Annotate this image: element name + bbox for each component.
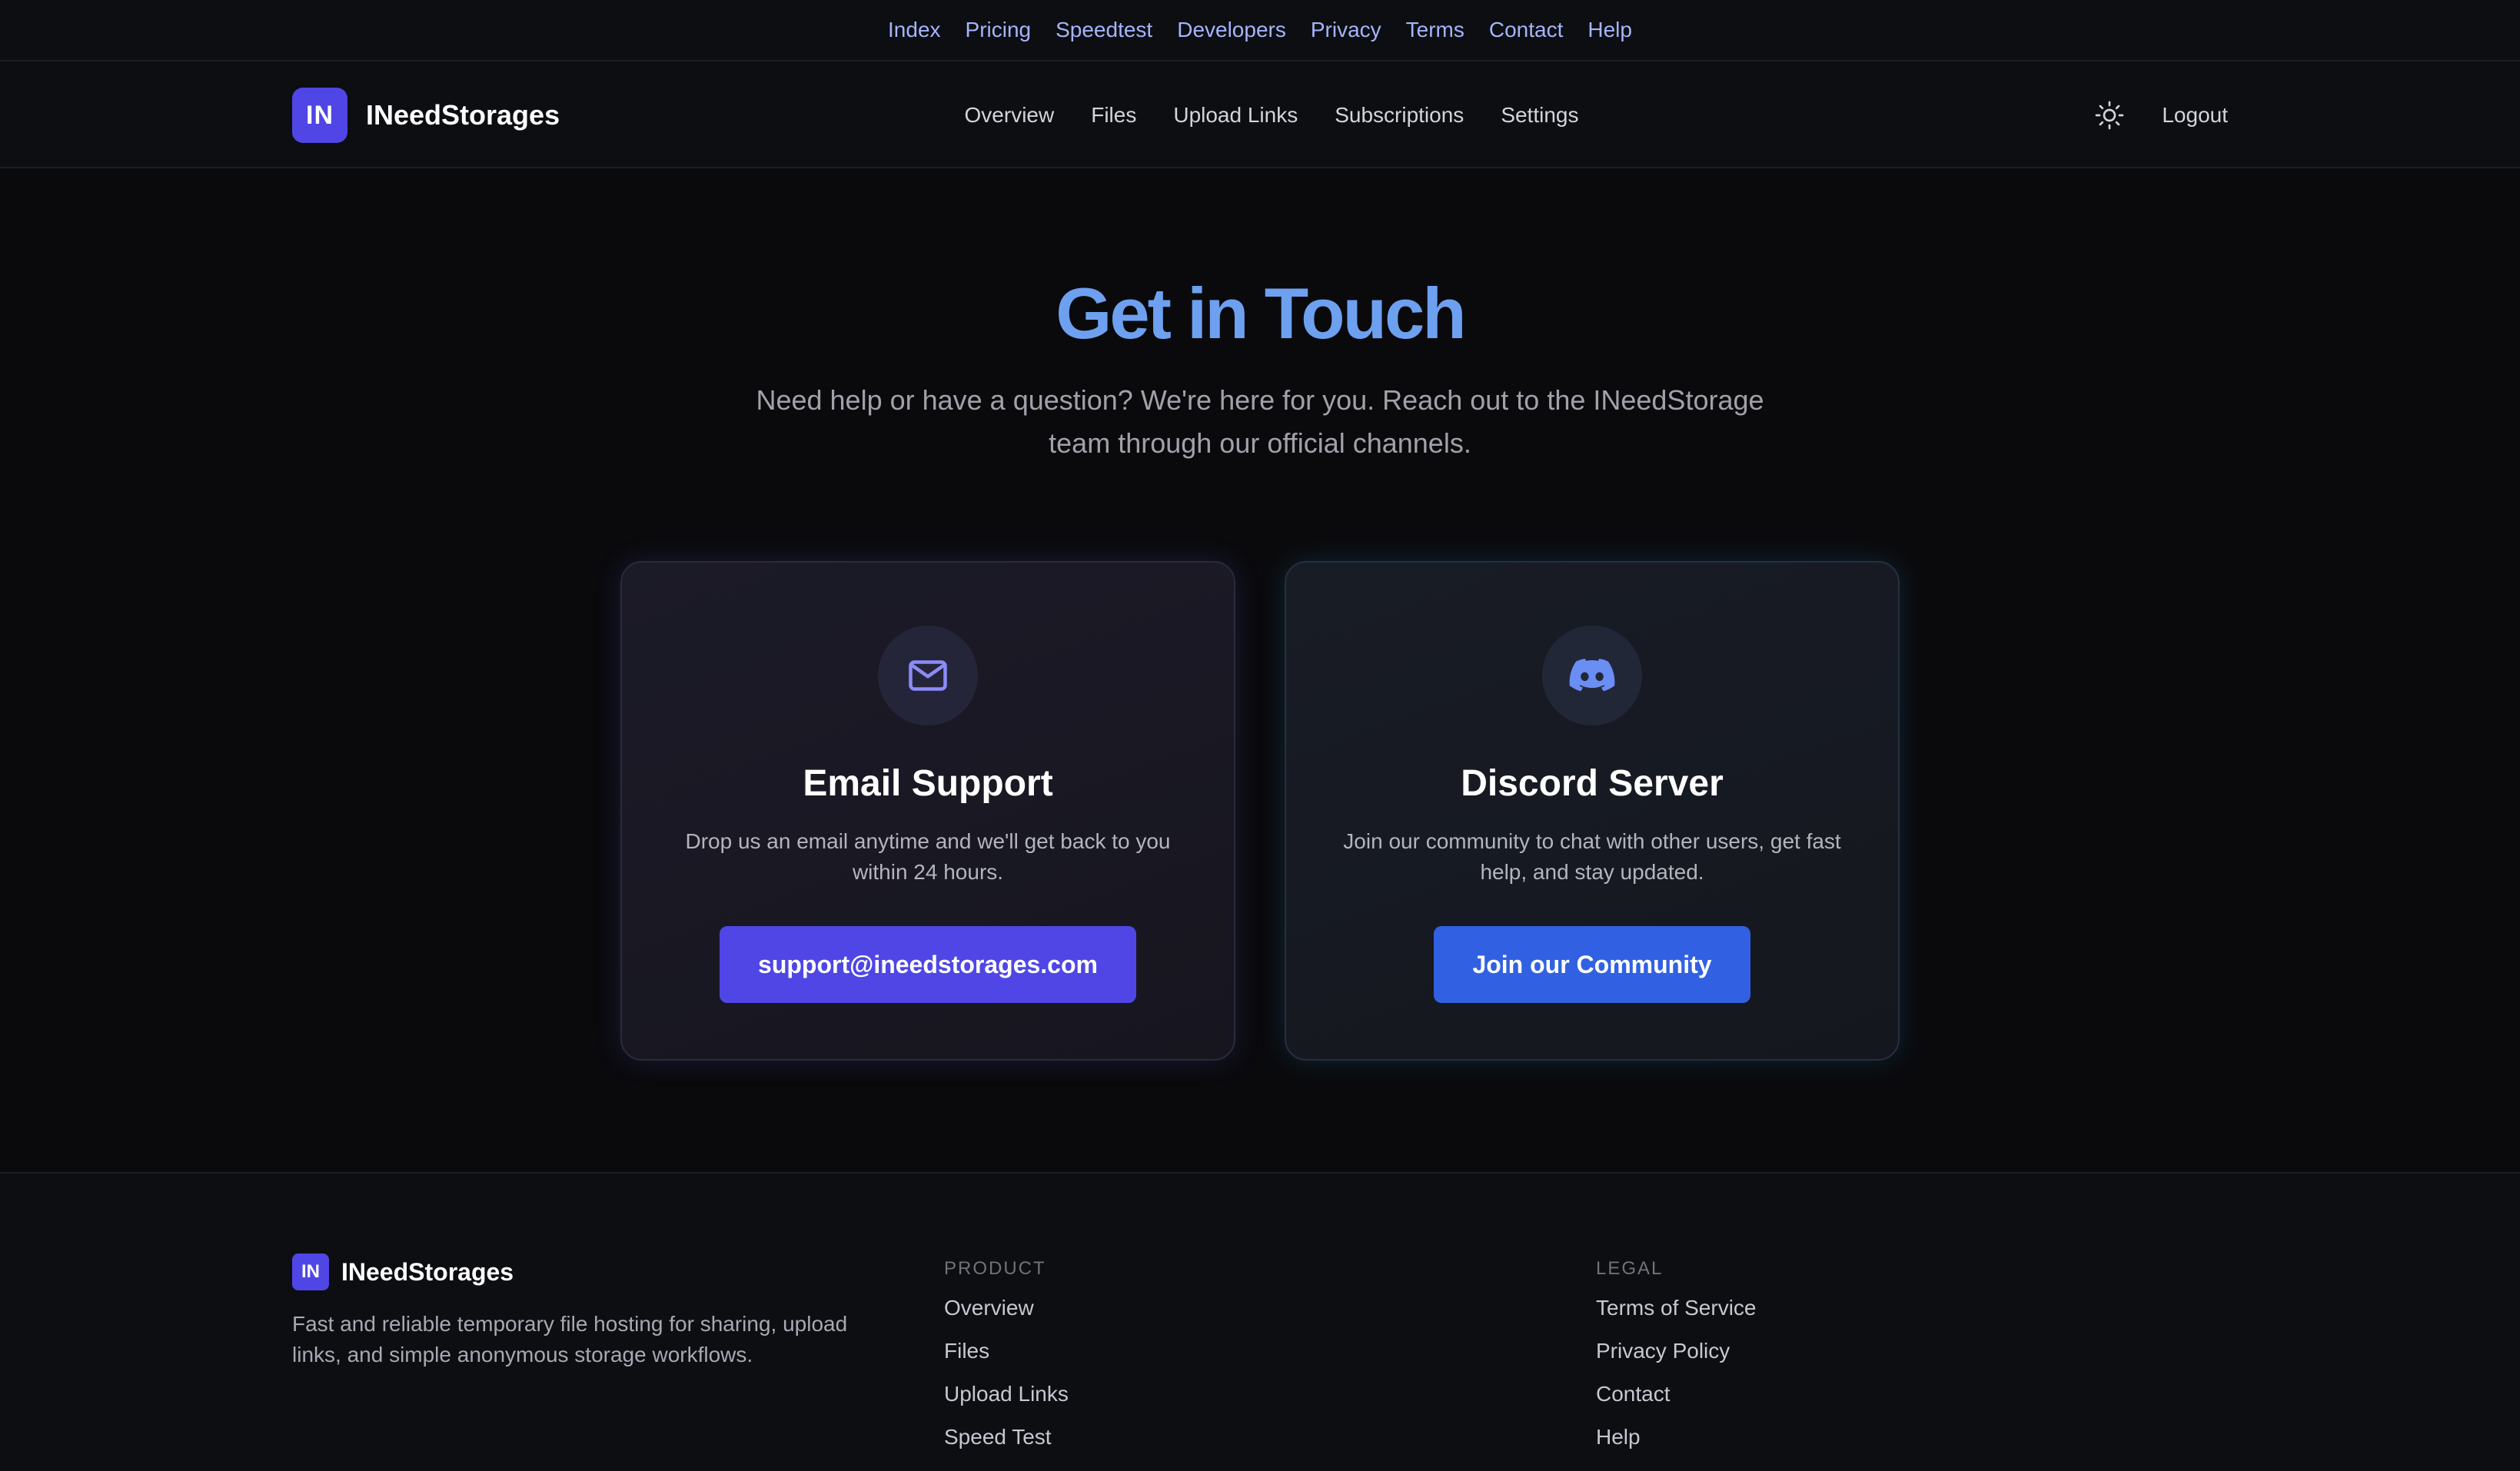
footer-brand: IN INeedStorages Fast and reliable tempo… xyxy=(292,1254,884,1370)
theme-toggle-button[interactable] xyxy=(2093,98,2126,132)
footer-link-privacy-policy[interactable]: Privacy Policy xyxy=(1596,1338,1757,1364)
footer-link-help[interactable]: Help xyxy=(1596,1424,1757,1450)
email-icon-badge xyxy=(878,626,978,726)
discord-server-card: Discord Server Join our community to cha… xyxy=(1285,561,1900,1061)
top-link-privacy[interactable]: Privacy xyxy=(1311,0,1381,61)
site-footer: IN INeedStorages Fast and reliable tempo… xyxy=(0,1172,2520,1471)
discord-icon-badge xyxy=(1542,626,1642,726)
footer-link-contact[interactable]: Contact xyxy=(1596,1381,1757,1407)
email-support-card: Email Support Drop us an email anytime a… xyxy=(620,561,1235,1061)
discord-card-description: Join our community to chat with other us… xyxy=(1343,829,1841,884)
nav-item-upload-links[interactable]: Upload Links xyxy=(1173,103,1298,128)
logout-button[interactable]: Logout xyxy=(2162,103,2228,128)
top-link-developers[interactable]: Developers xyxy=(1177,0,1286,61)
footer-link-overview[interactable]: Overview xyxy=(944,1295,1069,1321)
footer-brand-name: INeedStorages xyxy=(341,1257,514,1286)
nav-item-subscriptions[interactable]: Subscriptions xyxy=(1335,103,1464,128)
footer-link-terms-of-service[interactable]: Terms of Service xyxy=(1596,1295,1757,1321)
page-subtitle: Need help or have a question? We're here… xyxy=(756,384,1764,459)
footer-legal-heading: LEGAL xyxy=(1596,1258,1664,1279)
discord-icon xyxy=(1569,659,1615,692)
footer-brand-row: IN INeedStorages xyxy=(292,1254,884,1290)
discord-card-title: Discord Server xyxy=(1461,763,1724,804)
mail-icon xyxy=(909,660,947,691)
sun-icon xyxy=(2096,101,2124,129)
top-link-terms[interactable]: Terms xyxy=(1406,0,1464,61)
footer-legal-column: LEGAL Terms of Service Privacy Policy Co… xyxy=(1596,1258,1757,1450)
footer-product-column: PRODUCT Overview Files Upload Links Spee… xyxy=(944,1258,1069,1450)
footer-link-upload-links[interactable]: Upload Links xyxy=(944,1381,1069,1407)
main-navigation: IN INeedStorages Overview Files Upload L… xyxy=(0,61,2520,168)
nav-item-overview[interactable]: Overview xyxy=(965,103,1055,128)
top-link-speedtest[interactable]: Speedtest xyxy=(1056,0,1152,61)
footer-link-speed-test[interactable]: Speed Test xyxy=(944,1424,1069,1450)
top-link-help[interactable]: Help xyxy=(1587,0,1632,61)
hero-section: Get in Touch Need help or have a questio… xyxy=(0,168,2520,465)
nav-item-settings[interactable]: Settings xyxy=(1501,103,1578,128)
join-community-button[interactable]: Join our Community xyxy=(1434,926,1750,1003)
top-link-contact[interactable]: Contact xyxy=(1489,0,1564,61)
footer-logo: IN xyxy=(292,1254,329,1290)
contact-cards: Email Support Drop us an email anytime a… xyxy=(0,561,2520,1061)
top-link-index[interactable]: Index xyxy=(888,0,941,61)
top-link-pricing[interactable]: Pricing xyxy=(966,0,1032,61)
email-card-title: Email Support xyxy=(803,763,1053,804)
footer-product-heading: PRODUCT xyxy=(944,1258,1046,1279)
top-utility-bar: Index Pricing Speedtest Developers Priva… xyxy=(0,0,2520,61)
email-support-button[interactable]: support@ineedstorages.com xyxy=(720,926,1136,1003)
page-title: Get in Touch xyxy=(1056,273,1466,354)
email-card-description: Drop us an email anytime and we'll get b… xyxy=(685,829,1171,884)
nav-item-files[interactable]: Files xyxy=(1091,103,1136,128)
nav-right: Logout xyxy=(2093,61,2228,168)
footer-link-files[interactable]: Files xyxy=(944,1338,1069,1364)
footer-description: Fast and reliable temporary file hosting… xyxy=(292,1312,848,1366)
